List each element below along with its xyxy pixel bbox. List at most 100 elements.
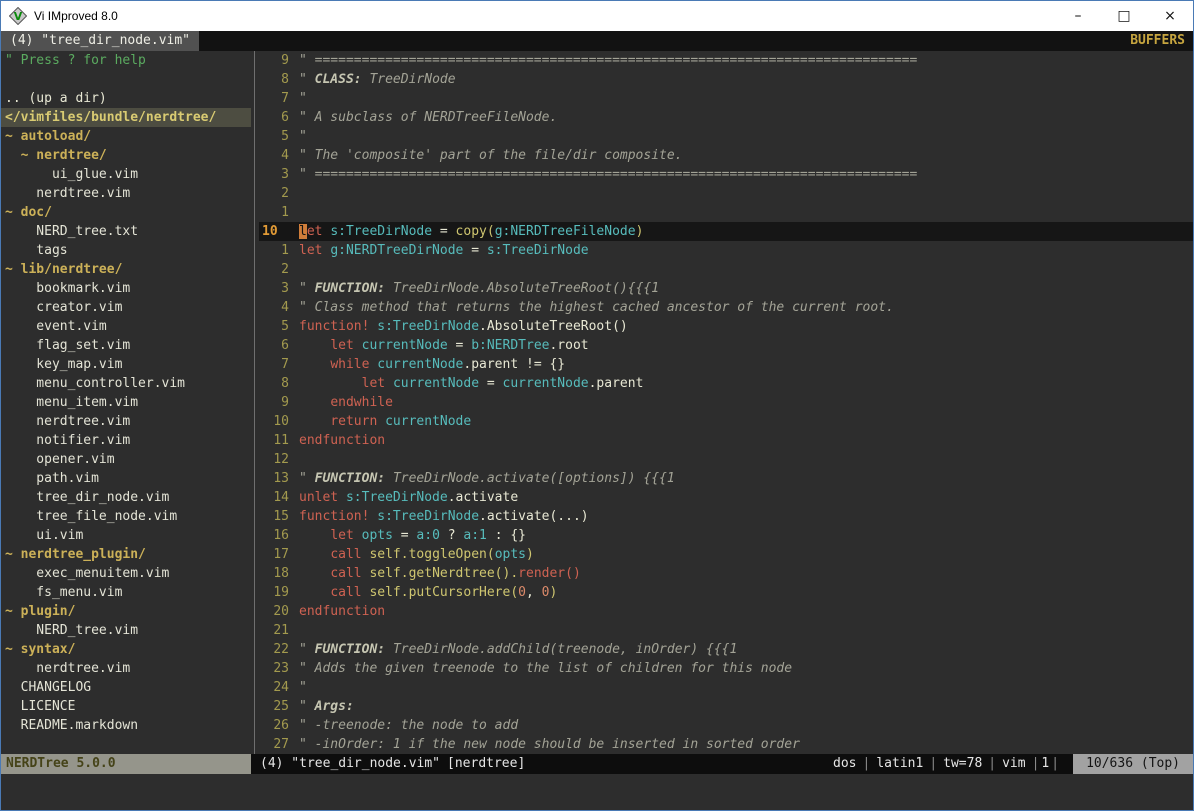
code-line[interactable]: 25" Args: <box>259 697 1193 716</box>
line-number: 7 <box>259 89 299 108</box>
code-text: " <box>299 678 307 697</box>
status-separator: | <box>1032 754 1040 774</box>
code-line[interactable]: 9" =====================================… <box>259 51 1193 70</box>
code-line[interactable]: 14unlet s:TreeDirNode.activate <box>259 488 1193 507</box>
code-line[interactable]: 1 <box>259 203 1193 222</box>
tree-item-dir[interactable]: ~ syntax/ <box>1 640 251 659</box>
code-line[interactable]: 8" CLASS: TreeDirNode <box>259 70 1193 89</box>
tree-item-file[interactable]: creator.vim <box>1 298 251 317</box>
code-line[interactable]: 23" Adds the given treenode to the list … <box>259 659 1193 678</box>
tree-item-file[interactable]: CHANGELOG <box>1 678 251 697</box>
tree-item-dir[interactable]: ~ nerdtree_plugin/ <box>1 545 251 564</box>
tree-item-file[interactable]: opener.vim <box>1 450 251 469</box>
line-number: 4 <box>259 146 299 165</box>
code-line[interactable]: 16 let opts = a:0 ? a:1 : {} <box>259 526 1193 545</box>
code-line[interactable]: 1let g:NERDTreeDirNode = s:TreeDirNode <box>259 241 1193 260</box>
tree-item-root[interactable]: </vimfiles/bundle/nerdtree/ <box>1 108 251 127</box>
code-text: endwhile <box>299 393 393 412</box>
tab-current[interactable]: (4) "tree_dir_node.vim" <box>1 31 199 51</box>
tree-item-dir[interactable]: ~ lib/nerdtree/ <box>1 260 251 279</box>
code-line[interactable]: 3" FUNCTION: TreeDirNode.AbsoluteTreeRoo… <box>259 279 1193 298</box>
tree-item-file[interactable]: notifier.vim <box>1 431 251 450</box>
code-line[interactable]: 10 return currentNode <box>259 412 1193 431</box>
tree-item-dir[interactable]: ~ nerdtree/ <box>1 146 251 165</box>
tree-item-file[interactable]: flag_set.vim <box>1 336 251 355</box>
maximize-button[interactable]: □ <box>1101 1 1147 31</box>
code-line[interactable]: 20endfunction <box>259 602 1193 621</box>
status-separator: | <box>929 754 937 774</box>
tree-item-file[interactable]: fs_menu.vim <box>1 583 251 602</box>
line-number: 14 <box>259 488 299 507</box>
tree-item-file[interactable]: tree_file_node.vim <box>1 507 251 526</box>
code-line[interactable]: 3" =====================================… <box>259 165 1193 184</box>
code-line[interactable]: 5function! s:TreeDirNode.AbsoluteTreeRoo… <box>259 317 1193 336</box>
tree-item-file[interactable]: menu_controller.vim <box>1 374 251 393</box>
code-line[interactable]: 4" Class method that returns the highest… <box>259 298 1193 317</box>
tree-item-file[interactable]: nerdtree.vim <box>1 412 251 431</box>
window-separator[interactable] <box>251 51 259 754</box>
code-line[interactable]: 7" <box>259 89 1193 108</box>
tree-item-file[interactable]: nerdtree.vim <box>1 184 251 203</box>
minimize-button[interactable]: – <box>1055 1 1101 31</box>
code-line[interactable]: 9 endwhile <box>259 393 1193 412</box>
line-number: 21 <box>259 621 299 640</box>
code-line[interactable]: 11endfunction <box>259 431 1193 450</box>
main-statusline: (4) "tree_dir_node.vim" [nerdtree] dos |… <box>251 754 1193 774</box>
code-line[interactable]: 12 <box>259 450 1193 469</box>
code-line[interactable]: 2 <box>259 184 1193 203</box>
tree-item-file[interactable]: key_map.vim <box>1 355 251 374</box>
code-line[interactable]: 5" <box>259 127 1193 146</box>
code-line[interactable]: 26" -treenode: the node to add <box>259 716 1193 735</box>
line-number: 27 <box>259 735 299 754</box>
code-line[interactable]: 8 let currentNode = currentNode.parent <box>259 374 1193 393</box>
code-text: call self.getNerdtree().render() <box>299 564 581 583</box>
code-line[interactable]: 10let s:TreeDirNode = copy(g:NERDTreeFil… <box>259 222 1193 241</box>
code-line[interactable]: 21 <box>259 621 1193 640</box>
code-line[interactable]: 17 call self.toggleOpen(opts) <box>259 545 1193 564</box>
tree-item-file[interactable]: path.vim <box>1 469 251 488</box>
code-text: " The 'composite' part of the file/dir c… <box>299 146 683 165</box>
status-separator: | <box>863 754 871 774</box>
code-text: function! s:TreeDirNode.AbsoluteTreeRoot… <box>299 317 628 336</box>
tree-item-file[interactable]: tree_dir_node.vim <box>1 488 251 507</box>
code-line[interactable]: 18 call self.getNerdtree().render() <box>259 564 1193 583</box>
tree-item-up[interactable]: .. (up a dir) <box>1 89 251 108</box>
tree-item-dir[interactable]: ~ plugin/ <box>1 602 251 621</box>
tree-item-file[interactable]: tags <box>1 241 251 260</box>
tree-item-file[interactable]: README.markdown <box>1 716 251 735</box>
status-textwidth: tw=78 <box>943 754 982 774</box>
tree-item-file[interactable]: nerdtree.vim <box>1 659 251 678</box>
tree-item-dir[interactable]: ~ autoload/ <box>1 127 251 146</box>
code-line[interactable]: 19 call self.putCursorHere(0, 0) <box>259 583 1193 602</box>
tree-item-file[interactable]: event.vim <box>1 317 251 336</box>
tree-item-file[interactable]: ui.vim <box>1 526 251 545</box>
tree-item-file[interactable]: bookmark.vim <box>1 279 251 298</box>
tabline: (4) "tree_dir_node.vim" BUFFERS <box>1 31 1193 51</box>
tree-item-file[interactable]: exec_menuitem.vim <box>1 564 251 583</box>
code-line[interactable]: 13" FUNCTION: TreeDirNode.activate([opti… <box>259 469 1193 488</box>
status-window-number-value: 1 <box>1041 754 1049 774</box>
code-line[interactable]: 24" <box>259 678 1193 697</box>
code-line[interactable]: 27" -inOrder: 1 if the new node should b… <box>259 735 1193 754</box>
tree-item-file[interactable]: NERD_tree.txt <box>1 222 251 241</box>
code-line[interactable]: 7 while currentNode.parent != {} <box>259 355 1193 374</box>
tab-label: (4) "tree_dir_node.vim" <box>10 33 190 48</box>
code-line[interactable]: 6" A subclass of NERDTreeFileNode. <box>259 108 1193 127</box>
code-text: " ======================================… <box>299 165 917 184</box>
content-area: " Press ? for help .. (up a dir)</vimfil… <box>1 51 1193 754</box>
code-text: " A subclass of NERDTreeFileNode. <box>299 108 557 127</box>
tree-item-file[interactable]: NERD_tree.vim <box>1 621 251 640</box>
code-line[interactable]: 2 <box>259 260 1193 279</box>
minimize-icon: – <box>1075 8 1082 24</box>
code-line[interactable]: 4" The 'composite' part of the file/dir … <box>259 146 1193 165</box>
close-button[interactable]: × <box>1147 1 1193 31</box>
line-number: 22 <box>259 640 299 659</box>
code-line[interactable]: 6 let currentNode = b:NERDTree.root <box>259 336 1193 355</box>
code-line[interactable]: 22" FUNCTION: TreeDirNode.addChild(treen… <box>259 640 1193 659</box>
tree-item-file[interactable]: menu_item.vim <box>1 393 251 412</box>
code-line[interactable]: 15function! s:TreeDirNode.activate(...) <box>259 507 1193 526</box>
tree-item-file[interactable]: ui_glue.vim <box>1 165 251 184</box>
tree-item-dir[interactable]: ~ doc/ <box>1 203 251 222</box>
tree-item-file[interactable]: LICENCE <box>1 697 251 716</box>
line-number: 8 <box>259 374 299 393</box>
